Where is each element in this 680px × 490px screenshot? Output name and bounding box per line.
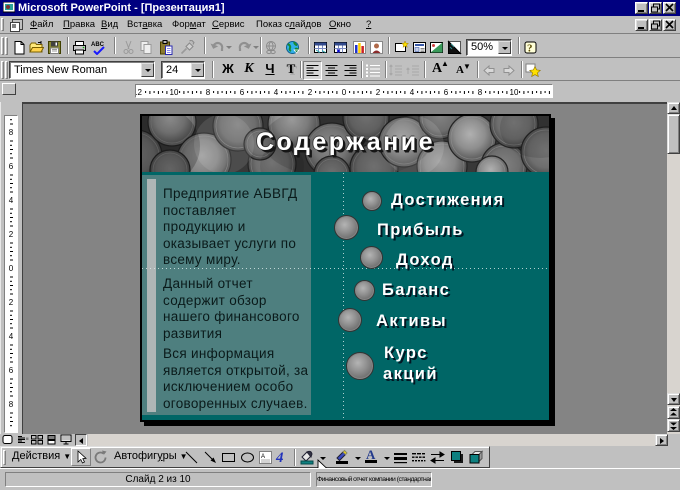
- svg-text:2: 2: [308, 88, 313, 97]
- svg-text:А: А: [261, 454, 265, 460]
- svg-text:8: 8: [206, 88, 211, 97]
- svg-text:6: 6: [240, 88, 245, 97]
- svg-text:8: 8: [9, 400, 14, 409]
- svg-text:6: 6: [9, 162, 14, 171]
- svg-text:4: 4: [9, 332, 14, 341]
- svg-text:2: 2: [376, 88, 381, 97]
- svg-text:4: 4: [274, 88, 279, 97]
- svg-text:4: 4: [9, 196, 14, 205]
- svg-text:10: 10: [170, 88, 179, 97]
- svg-text:0: 0: [342, 88, 347, 97]
- svg-text:0: 0: [9, 264, 14, 273]
- svg-text:12: 12: [136, 88, 142, 97]
- svg-text:10: 10: [510, 88, 519, 97]
- svg-text:8: 8: [9, 128, 14, 137]
- svg-text:?: ?: [527, 43, 533, 55]
- svg-text:8: 8: [478, 88, 483, 97]
- svg-text:6: 6: [9, 366, 14, 375]
- svg-text:6: 6: [444, 88, 449, 97]
- svg-text:2: 2: [9, 230, 14, 239]
- svg-text:2: 2: [9, 298, 14, 307]
- svg-text:4: 4: [275, 450, 284, 465]
- svg-text:4: 4: [410, 88, 415, 97]
